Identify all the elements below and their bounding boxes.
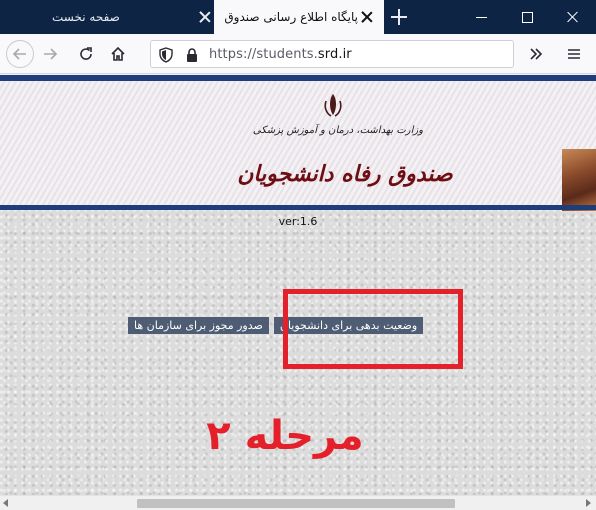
browser-tab-bar: صفحه نخست پایگاه اطلاع رسانی صندوق — [0, 0, 596, 34]
url-text[interactable]: https://students.srd.ir — [209, 47, 352, 62]
fund-name-logo: صندوق رفاه دانشجویان — [237, 161, 453, 187]
app-menu-button[interactable] — [560, 40, 588, 68]
close-tab-icon[interactable] — [198, 10, 212, 24]
overflow-button[interactable] — [522, 40, 550, 68]
new-tab-icon[interactable] — [390, 8, 408, 26]
horizontal-scrollbar[interactable] — [0, 495, 596, 510]
shield-icon[interactable] — [159, 47, 173, 63]
chevron-double-right-icon — [530, 48, 543, 60]
tab-label: صفحه نخست — [52, 10, 120, 24]
tab-home[interactable]: صفحه نخست — [40, 0, 214, 34]
annotation-highlight-box — [283, 289, 463, 369]
annotation-stage-label: مرحله ۲ — [206, 413, 364, 459]
arrow-right-icon — [44, 48, 58, 60]
tab-label: پایگاه اطلاع رسانی صندوق — [224, 10, 358, 24]
close-tab-icon[interactable] — [360, 10, 374, 24]
minimize-icon[interactable] — [458, 0, 504, 34]
back-button[interactable] — [6, 40, 34, 68]
home-button[interactable] — [104, 40, 132, 68]
banner-bottom-line — [0, 205, 596, 210]
banner-photo — [562, 149, 596, 211]
window-close-icon[interactable] — [550, 0, 596, 34]
iran-emblem-icon — [324, 94, 342, 117]
arrow-left-icon — [12, 48, 26, 60]
scroll-left-arrow-icon[interactable] — [3, 499, 8, 507]
address-bar[interactable]: https://students.srd.ir — [150, 40, 514, 68]
ministry-name: وزارت بهداشت، درمان و آموزش پزشکی — [252, 125, 424, 136]
scroll-right-arrow-icon[interactable] — [586, 499, 591, 507]
home-icon — [111, 46, 125, 61]
reload-icon — [80, 47, 92, 60]
maximize-icon[interactable] — [504, 0, 550, 34]
navigation-toolbar: https://students.srd.ir — [0, 34, 596, 74]
forward-button[interactable] — [36, 40, 64, 68]
url-host: srd.ir — [317, 47, 352, 62]
scrollbar-thumb[interactable] — [137, 499, 455, 508]
site-banner: وزارت بهداشت، درمان و آموزش پزشکی صندوق … — [0, 81, 596, 211]
menu-item-organization-permit[interactable]: صدور مجوز برای سازمان ها — [128, 317, 269, 334]
url-prefix: https://students. — [209, 47, 318, 62]
reload-button[interactable] — [72, 40, 100, 68]
lock-icon[interactable] — [185, 47, 199, 63]
hamburger-menu-icon — [568, 49, 580, 59]
page-content: وزارت بهداشت، درمان و آموزش پزشکی صندوق … — [0, 75, 596, 495]
tab-info-portal[interactable]: پایگاه اطلاع رسانی صندوق — [214, 0, 384, 34]
version-label: ver:1.6 — [278, 215, 318, 228]
